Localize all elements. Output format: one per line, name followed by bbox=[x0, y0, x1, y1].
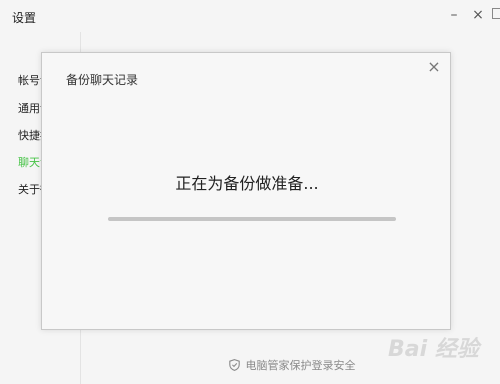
dialog-title: 备份聊天记录 bbox=[66, 73, 139, 87]
dialog-close-button[interactable]: × bbox=[425, 58, 443, 76]
title-bar: 设置 – × bbox=[0, 0, 500, 32]
watermark: Bai 经验 bbox=[388, 337, 479, 362]
settings-window: 设置 – × 帐号设置 通用设置 快捷按键 聊天记录 关于微信 电脑管家保护登录… bbox=[0, 0, 500, 384]
window-edge-icon bbox=[492, 8, 500, 19]
backup-dialog: 备份聊天记录 × 正在为备份做准备... bbox=[41, 52, 451, 330]
minimize-button[interactable]: – bbox=[446, 6, 462, 24]
window-close-button[interactable]: × bbox=[470, 6, 486, 24]
security-note: 电脑管家保护登录安全 bbox=[229, 357, 356, 374]
security-note-text: 电脑管家保护登录安全 bbox=[245, 359, 356, 372]
backup-progress-fill bbox=[108, 217, 396, 221]
backup-progress-bar bbox=[108, 217, 396, 221]
backup-status-text: 正在为备份做准备... bbox=[175, 174, 319, 193]
shield-icon bbox=[229, 359, 240, 374]
window-title: 设置 bbox=[12, 11, 37, 25]
